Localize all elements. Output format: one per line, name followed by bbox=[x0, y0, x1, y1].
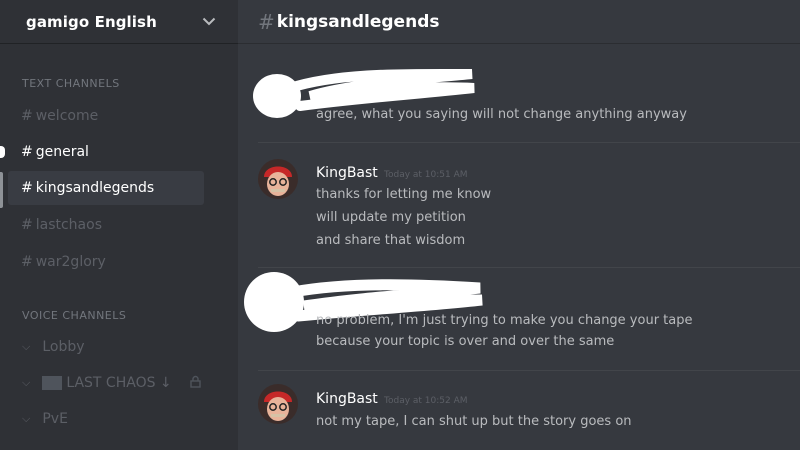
lock-icon bbox=[189, 375, 201, 391]
channel-lastchaos[interactable]: # lastchaos bbox=[8, 208, 204, 242]
redacted-icon bbox=[42, 376, 63, 390]
voice-channel-label: LAST CHAOS ↓ bbox=[66, 375, 172, 391]
voice-channel-label: PvE bbox=[42, 411, 68, 427]
username[interactable]: KingBast bbox=[316, 391, 378, 407]
channel-kingsandlegends[interactable]: # kingsandlegends bbox=[8, 171, 204, 205]
voice-channel-label: Lobby bbox=[42, 339, 85, 355]
unread-indicator bbox=[0, 146, 5, 158]
text-channels-category[interactable]: TEXT CHANNELS bbox=[22, 77, 120, 90]
message-divider bbox=[258, 142, 800, 143]
message-timestamp: Today at 10:51 AM bbox=[384, 170, 468, 180]
message-text: will update my petition bbox=[316, 210, 466, 225]
hash-icon: # bbox=[258, 9, 275, 34]
channel-label: kingsandlegends bbox=[35, 180, 155, 196]
message-text: no problem, I'm just trying to make you … bbox=[316, 313, 693, 328]
chevron-down-icon: ⌵ bbox=[22, 412, 31, 425]
channel-general[interactable]: # general bbox=[8, 135, 204, 169]
message-text: and share that wisdom bbox=[316, 233, 466, 248]
server-name: gamigo English bbox=[26, 12, 157, 31]
voice-channel-pve[interactable]: ⌵ PvE bbox=[22, 411, 68, 427]
chevron-down-icon: ⌵ bbox=[22, 340, 31, 353]
channel-label: lastchaos bbox=[35, 217, 102, 233]
message-text: not my tape, I can shut up but the story… bbox=[316, 414, 632, 429]
message-timestamp: Today at 10:52 AM bbox=[384, 396, 468, 406]
channel-label: war2glory bbox=[35, 254, 106, 270]
hash-icon: # bbox=[21, 108, 33, 124]
avatar[interactable] bbox=[258, 159, 298, 199]
user-avatar-image bbox=[258, 384, 298, 424]
channel-label: welcome bbox=[35, 108, 99, 124]
message-text: thanks for letting me know bbox=[316, 187, 492, 202]
chevron-down-icon: ⌵ bbox=[22, 376, 31, 389]
selected-channel-indicator bbox=[0, 172, 3, 208]
message-divider bbox=[258, 267, 800, 268]
voice-channel-lobby[interactable]: ⌵ Lobby bbox=[22, 339, 85, 355]
avatar[interactable] bbox=[258, 384, 298, 424]
channel-sidebar: gamigo English TEXT CHANNELS # welcome #… bbox=[0, 0, 238, 450]
chevron-down-icon[interactable] bbox=[202, 17, 216, 26]
channel-welcome[interactable]: # welcome bbox=[8, 99, 204, 133]
hash-icon: # bbox=[21, 180, 33, 196]
message-divider bbox=[258, 370, 800, 371]
channel-title: kingsandlegends bbox=[276, 11, 440, 32]
message-text: agree, what you saying will not change a… bbox=[316, 107, 687, 122]
channel-label: general bbox=[35, 144, 89, 160]
user-avatar-image bbox=[258, 159, 298, 199]
channel-war2glory[interactable]: # war2glory bbox=[8, 245, 204, 279]
hash-icon: # bbox=[21, 217, 33, 233]
channel-header: # kingsandlegends bbox=[238, 0, 800, 44]
username[interactable]: KingBast bbox=[316, 165, 378, 181]
hash-icon: # bbox=[21, 144, 33, 160]
voice-channels-category[interactable]: VOICE CHANNELS bbox=[22, 309, 126, 322]
server-header[interactable]: gamigo English bbox=[0, 0, 238, 44]
message-text: because your topic is over and over the … bbox=[316, 334, 615, 349]
hash-icon: # bbox=[21, 254, 33, 270]
voice-channel-last-chaos[interactable]: ⌵ LAST CHAOS ↓ bbox=[22, 375, 201, 391]
